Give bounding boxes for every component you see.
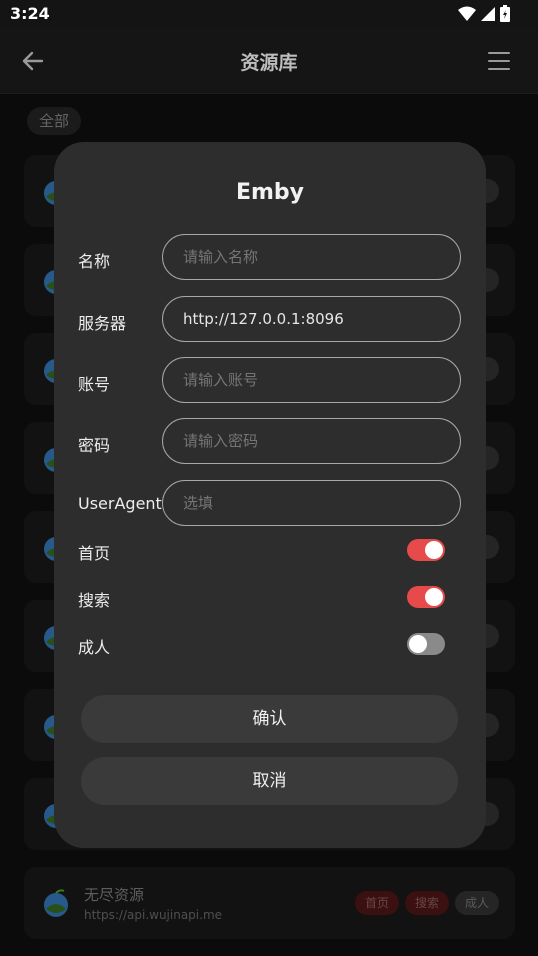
- password-label: 密码: [78, 436, 111, 455]
- switch-home[interactable]: [407, 539, 445, 561]
- password-input[interactable]: [162, 418, 461, 464]
- app-bar: 资源库: [0, 28, 538, 94]
- status-icons: [458, 5, 510, 22]
- signal-icon: [481, 6, 495, 21]
- confirm-button[interactable]: 确认: [81, 695, 458, 743]
- battery-icon: [500, 5, 510, 22]
- name-label: 名称: [78, 252, 111, 271]
- status-bar: 3:24: [0, 0, 538, 28]
- server-input[interactable]: [162, 296, 461, 342]
- server-label: 服务器: [78, 314, 127, 333]
- name-input[interactable]: [162, 234, 461, 280]
- switch-knob: [425, 588, 443, 606]
- switch-adult-label: 成人: [78, 638, 111, 657]
- cancel-button[interactable]: 取消: [81, 757, 458, 805]
- status-time: 3:24: [10, 4, 50, 23]
- account-input[interactable]: [162, 357, 461, 403]
- dialog-title: Emby: [235, 180, 305, 205]
- switch-search-label: 搜索: [78, 591, 111, 610]
- useragent-label: UserAgent: [78, 494, 162, 513]
- switch-knob: [425, 541, 443, 559]
- menu-icon: [488, 52, 510, 70]
- wifi-icon: [458, 6, 476, 21]
- switch-adult[interactable]: [407, 633, 445, 655]
- switch-knob: [409, 635, 427, 653]
- useragent-input[interactable]: [162, 480, 461, 526]
- edit-source-dialog: Emby 名称 服务器 账号 密码 UserAgent 首页 搜索 成人 确认 …: [54, 142, 486, 848]
- switch-home-label: 首页: [78, 544, 111, 563]
- switch-search[interactable]: [407, 586, 445, 608]
- account-label: 账号: [78, 375, 111, 394]
- menu-button[interactable]: [486, 48, 512, 74]
- page-title: 资源库: [240, 52, 298, 74]
